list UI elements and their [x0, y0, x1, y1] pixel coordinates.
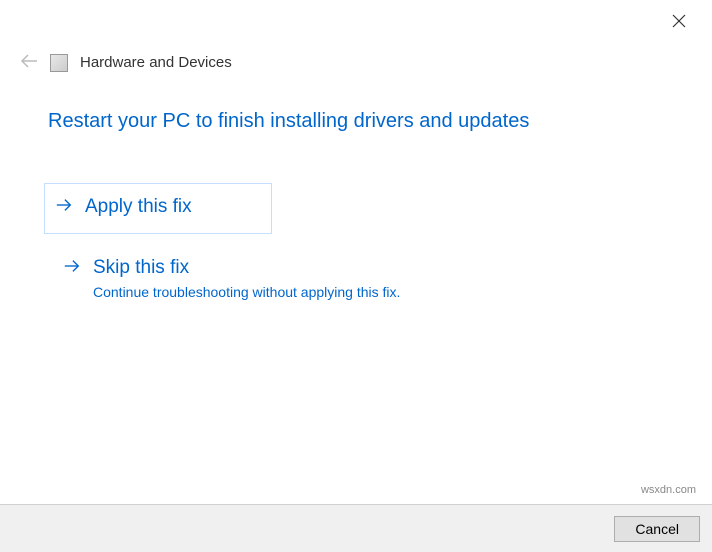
option-text-group: Skip this fix Continue troubleshooting w…: [93, 257, 400, 300]
skip-fix-label: Skip this fix: [93, 257, 400, 280]
skip-fix-subtitle: Continue troubleshooting without applyin…: [93, 284, 400, 300]
skip-fix-option[interactable]: Skip this fix Continue troubleshooting w…: [48, 246, 688, 311]
apply-fix-label: Apply this fix: [85, 196, 192, 219]
apply-fix-option[interactable]: Apply this fix: [44, 183, 272, 234]
dialog-header: Hardware and Devices: [20, 52, 232, 73]
close-button[interactable]: [664, 8, 694, 37]
cancel-button[interactable]: Cancel: [614, 516, 700, 542]
back-arrow-icon: [20, 54, 38, 68]
watermark-text: wsxdn.com: [641, 484, 696, 496]
arrow-right-icon: [55, 196, 73, 219]
close-icon: [672, 14, 686, 28]
back-button: [20, 52, 38, 73]
dialog-content: Restart your PC to finish installing dri…: [48, 110, 688, 323]
dialog-footer: Cancel: [0, 504, 712, 552]
page-heading: Restart your PC to finish installing dri…: [48, 110, 688, 133]
arrow-right-icon: [63, 257, 81, 280]
troubleshooter-icon: [50, 54, 68, 72]
dialog-title: Hardware and Devices: [80, 54, 232, 71]
option-text-group: Apply this fix: [85, 196, 192, 219]
